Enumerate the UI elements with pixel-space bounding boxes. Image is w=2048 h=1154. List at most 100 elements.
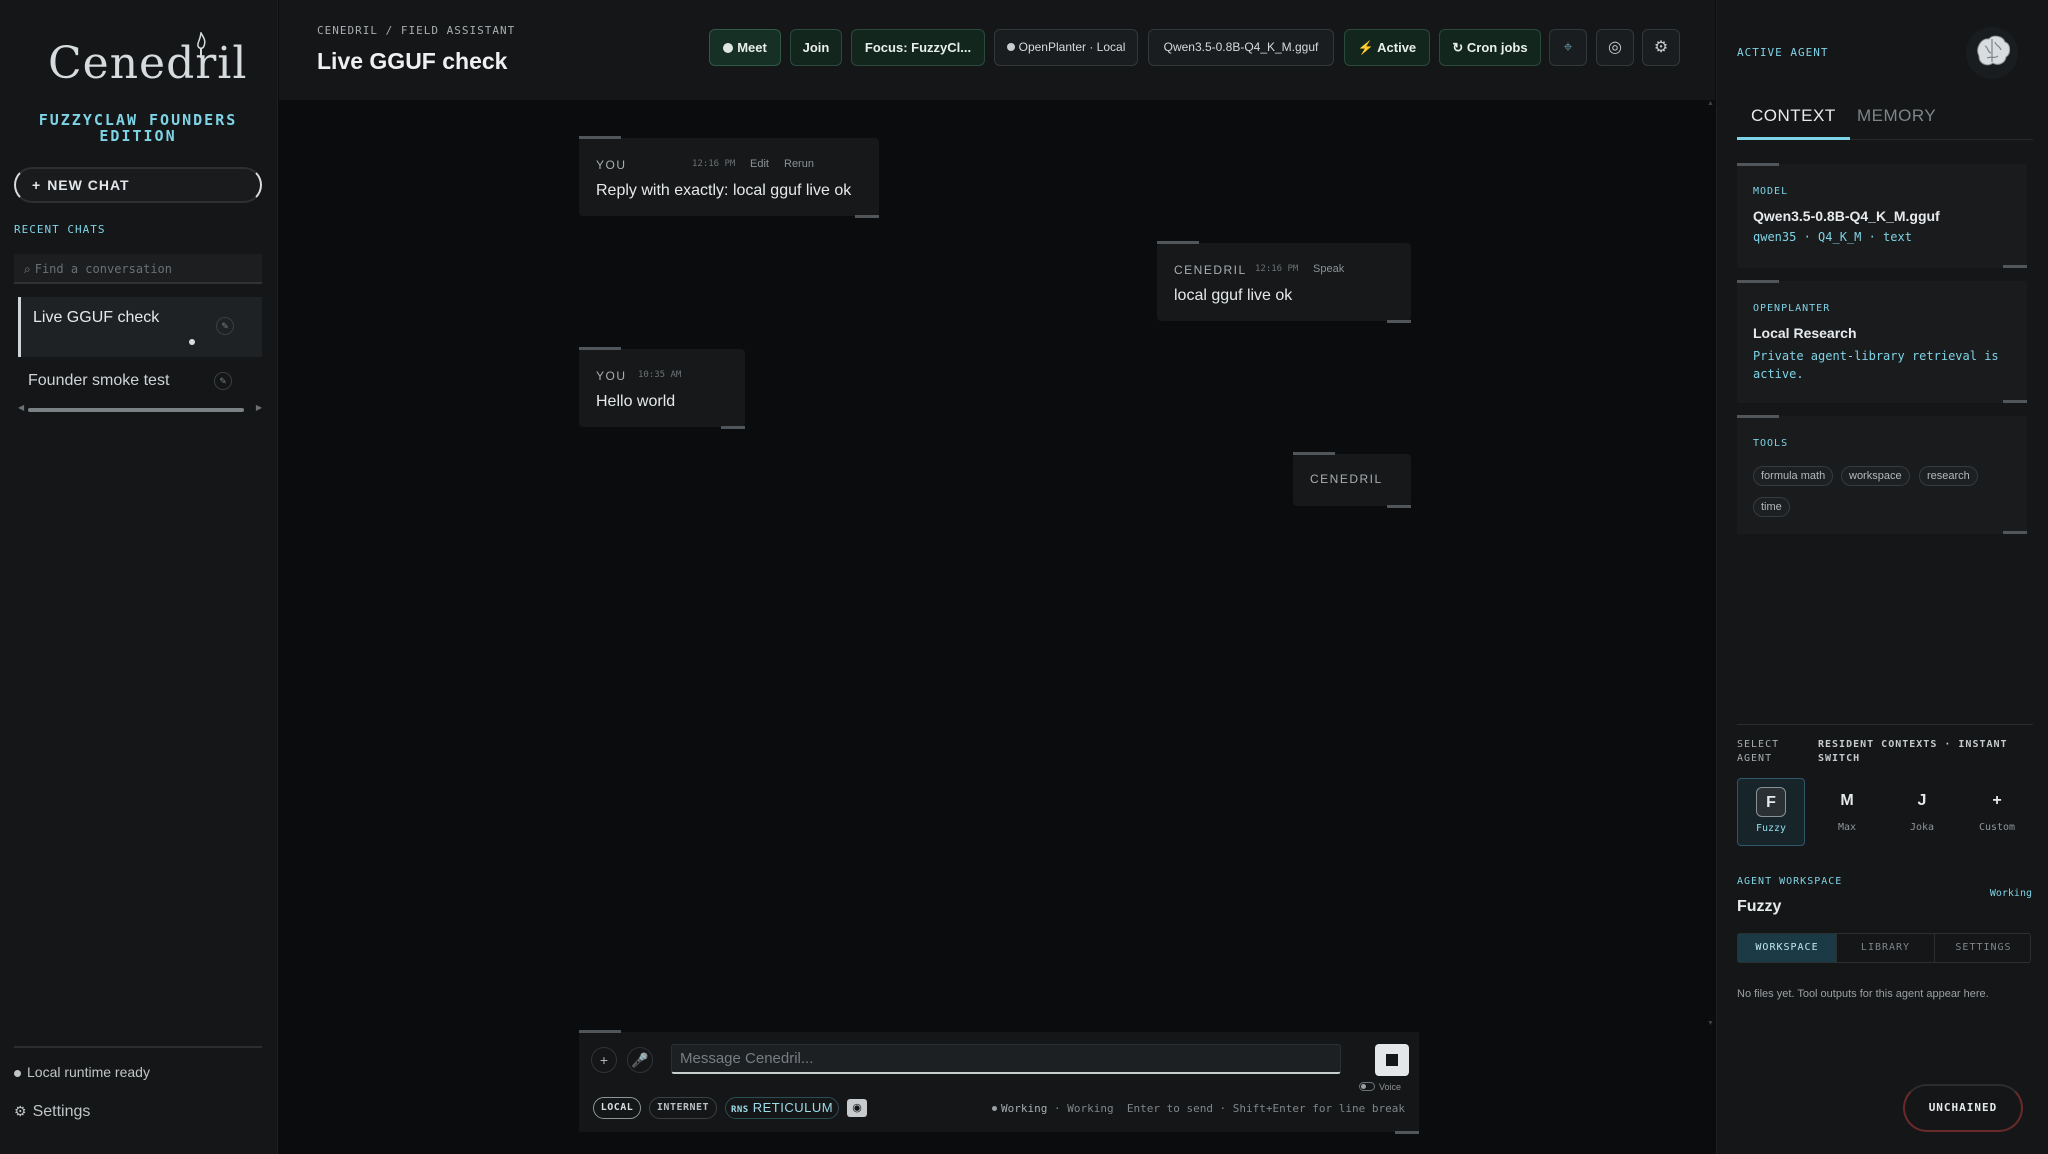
recent-chats-heading: RECENT CHATS [14,223,106,236]
camera-icon[interactable]: ◉ [847,1099,867,1117]
message-assistant: CENEDRIL 12:16 PM Speak local gguf live … [1157,241,1411,323]
divider [14,1046,262,1048]
tab-library[interactable]: LIBRARY [1836,934,1934,962]
message-composer: + 🎤 Voice LOCAL INTERNET RNSRETICULUM ◉ … [579,1030,1419,1134]
cron-jobs-button[interactable]: ↻ Cron jobs [1439,29,1541,66]
edit-chat-icon[interactable]: ✎ [214,372,232,390]
workspace-tabs: WORKSPACE LIBRARY SETTINGS [1737,933,2031,963]
gear-icon[interactable]: ⚙ [1642,29,1680,66]
microphone-icon[interactable]: 🎤 [627,1047,653,1073]
tool-tag[interactable]: formula math [1753,466,1834,486]
workspace-status: Working [1989,888,2032,899]
stop-generation-button[interactable] [1375,1044,1409,1076]
scroll-up-icon[interactable]: ▲ [1707,100,1714,107]
message-input[interactable] [671,1044,1341,1074]
new-chat-label: NEW CHAT [47,177,130,193]
accent-line [579,347,621,350]
meet-button[interactable]: Meet [709,29,781,66]
accent-line [1387,505,1411,508]
model-selector[interactable]: Qwen3.5-0.8B-Q4_K_M.gguf [1148,29,1334,66]
scrollbar-thumb[interactable] [28,408,244,412]
working-status: Working [1001,1102,1048,1115]
chat-item-live-gguf-check[interactable]: Live GGUF check ✎ [18,297,262,357]
agent-name: Joka [1909,822,1935,833]
status-dot-icon [14,1070,21,1077]
working-status-secondary: Working [1067,1102,1114,1115]
agent-option-joka[interactable]: J Joka [1888,778,1956,846]
focus-button[interactable]: Focus: FuzzyCl... [851,29,985,66]
message-author: CENEDRIL [1174,263,1247,277]
settings-link[interactable]: ⚙ Settings [14,1103,90,1121]
chat-item-founder-smoke-test[interactable]: Founder smoke test ✎ [18,362,262,402]
search-input[interactable] [34,262,245,276]
agent-option-fuzzy[interactable]: F Fuzzy [1737,778,1805,846]
chat-list-scrollbar[interactable]: ◀ ▶ [18,403,262,414]
voice-label: Voice [1379,1082,1402,1092]
card-label: MODEL [1753,186,1789,197]
tab-context[interactable]: CONTEXT [1737,106,1850,140]
active-button[interactable]: ⚡ Active [1344,29,1430,66]
edit-chat-icon[interactable]: ✎ [216,317,234,335]
accent-line [1737,163,1779,166]
openplanter-button[interactable]: OpenPlanter · Local [994,29,1138,66]
unchained-button[interactable]: UNCHAINED [1903,1084,2023,1132]
panel-tabs: CONTEXT MEMORY [1737,98,2033,140]
tool-tag[interactable]: workspace [1841,466,1910,486]
scroll-right-icon[interactable]: ▶ [256,403,262,412]
reticulum-chip[interactable]: RNS RETICULUM [725,1097,839,1119]
runtime-status-text: Local runtime ready [27,1064,150,1080]
local-mode-chip[interactable]: LOCAL [593,1097,641,1119]
model-label: Qwen3.5-0.8B-Q4_K_M.gguf [1163,40,1319,54]
tab-workspace[interactable]: WORKSPACE [1738,934,1836,962]
rerun-message-button[interactable]: Rerun [784,158,814,170]
message-time: 12:16 PM [1255,264,1299,274]
model-name: Qwen3.5-0.8B-Q4_K_M.gguf [1753,208,1940,224]
voice-toggle[interactable]: Voice [1359,1082,1401,1092]
accent-line [721,426,745,429]
agent-option-custom[interactable]: + Custom [1963,778,2031,846]
crosshair-icon[interactable]: ⌖ [1549,29,1587,66]
live-dot-icon [723,43,734,53]
breadcrumb: CENEDRIL / FIELD ASSISTANT [317,24,516,37]
accent-line [1293,452,1335,455]
scroll-down-icon[interactable]: ▼ [1707,1020,1714,1027]
internet-mode-chip[interactable]: INTERNET [649,1097,717,1119]
message-text: local gguf live ok [1174,287,1293,304]
scroll-left-icon[interactable]: ◀ [18,403,24,412]
conversation-search: ⌕ [14,254,262,284]
openplanter-card: OPENPLANTER Local Research Private agent… [1737,280,2027,403]
accent-line [2003,400,2027,403]
tool-tag[interactable]: research [1919,466,1978,486]
openplanter-label: OpenPlanter · Local [1018,40,1126,54]
tab-settings[interactable]: SETTINGS [1934,934,2032,962]
divider [1737,724,2033,725]
focus-label: Focus: FuzzyCl... [864,40,972,55]
model-details: qwen35 · Q4_K_M · text [1753,230,1912,244]
card-label: OPENPLANTER [1753,303,1831,314]
message-user: YOU 12:16 PM Edit Rerun Reply with exact… [579,136,879,218]
target-icon[interactable]: ◎ [1596,29,1634,66]
toggle-switch[interactable] [1359,1082,1375,1091]
tool-tag[interactable]: time [1753,497,1790,517]
edit-message-button[interactable]: Edit [750,158,769,170]
workspace-empty-state: No files yet. Tool outputs for this agen… [1737,988,1989,1000]
brain-avatar-icon[interactable] [1965,26,2019,80]
accent-line [2003,265,2027,268]
message-text: Hello world [596,393,676,410]
search-icon: ⌕ [24,262,31,276]
workspace-name: Fuzzy [1737,898,1782,915]
message-user: YOU 10:35 AM Hello world [579,347,745,429]
reticulum-label: RETICULUM [752,1100,834,1115]
new-chat-button[interactable]: + NEW CHAT [14,167,262,203]
attach-plus-icon[interactable]: + [591,1047,617,1073]
lightning-icon: ⚡ [1357,40,1374,55]
resident-contexts-heading: RESIDENT CONTEXTS · INSTANT SWITCH [1818,739,2008,764]
agent-name: Custom [1978,822,2016,833]
status-dot-icon [1006,43,1015,51]
tab-memory[interactable]: MEMORY [1857,106,1936,138]
unread-dot [189,339,195,345]
agent-option-max[interactable]: M Max [1813,778,1881,846]
speak-button[interactable]: Speak [1313,263,1344,275]
brand-edition: FUZZYCLAW FOUNDERS EDITION [38,111,238,145]
join-button[interactable]: Join [790,29,842,66]
